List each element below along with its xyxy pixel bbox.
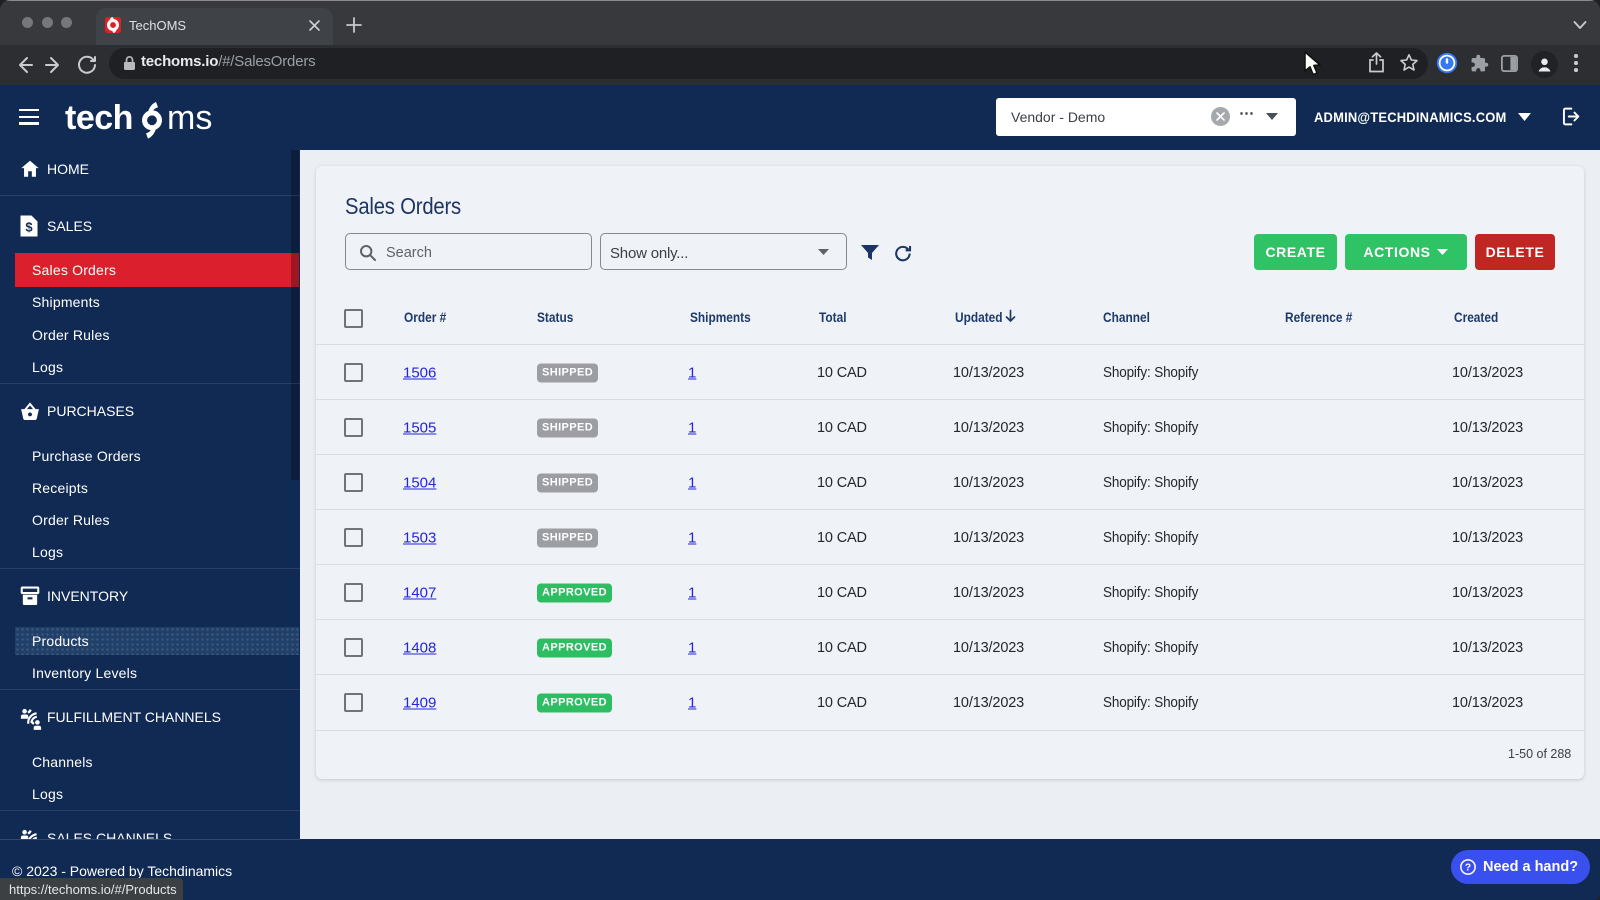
svg-text:$: $ <box>25 220 33 235</box>
svg-text:?: ? <box>1465 863 1471 874</box>
